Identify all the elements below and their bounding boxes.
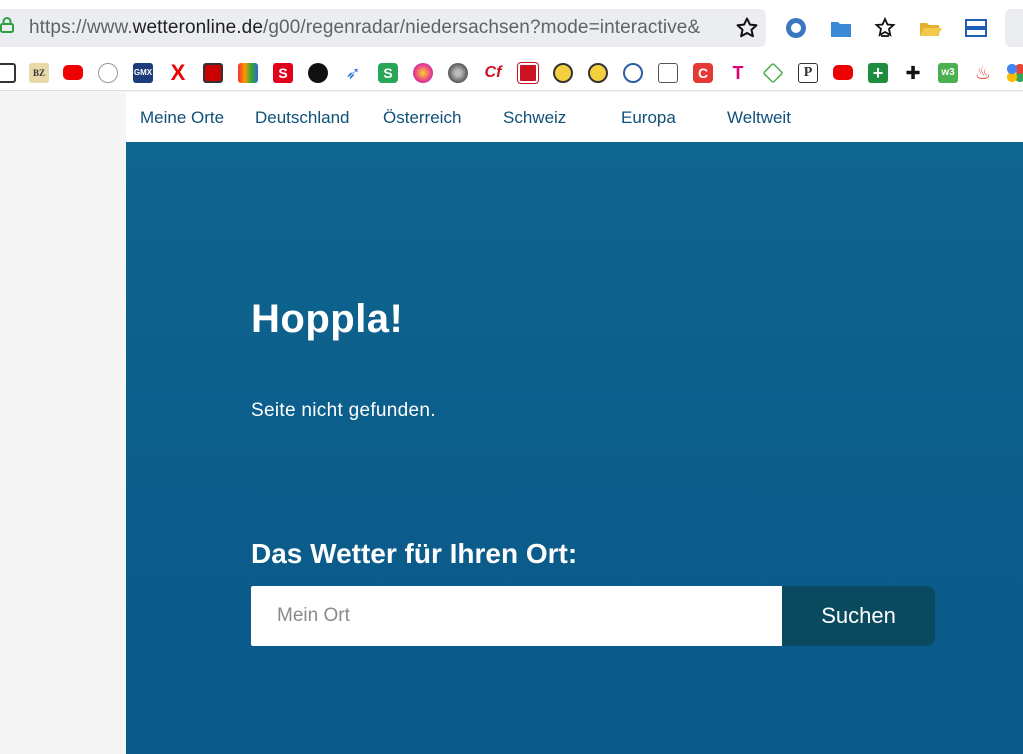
edit-icon[interactable] xyxy=(658,63,678,83)
collections-icon[interactable] xyxy=(963,15,989,41)
x-icon[interactable]: X xyxy=(168,62,188,84)
cf-icon[interactable]: Cf xyxy=(483,63,503,83)
plus-icon[interactable]: + xyxy=(868,63,888,83)
nav-schweiz[interactable]: Schweiz xyxy=(503,108,566,128)
nav-deutschland[interactable]: Deutschland xyxy=(255,108,350,128)
nav-meine-orte[interactable]: Meine Orte xyxy=(140,108,224,128)
page-title: Hoppla! xyxy=(251,297,404,341)
wiki-icon[interactable] xyxy=(98,63,118,83)
nav-europa[interactable]: Europa xyxy=(621,108,676,128)
web-icon[interactable] xyxy=(623,63,643,83)
youtube-icon[interactable] xyxy=(63,65,83,80)
main-navigation: Meine Orte Deutschland Österreich Schwei… xyxy=(126,92,1023,142)
c-icon[interactable]: C xyxy=(693,63,713,83)
smiley2-icon[interactable] xyxy=(588,63,608,83)
disk-icon[interactable] xyxy=(448,63,468,83)
ref-icon[interactable] xyxy=(517,62,539,84)
smiley-icon[interactable] xyxy=(553,63,573,83)
error-hero: Hoppla! Seite nicht gefunden. Das Wetter… xyxy=(126,142,1023,754)
w3-icon[interactable]: w3 xyxy=(938,63,958,83)
rocket-icon[interactable]: ➶ xyxy=(343,63,363,83)
github-icon[interactable] xyxy=(308,63,328,83)
nav-oesterreich[interactable]: Österreich xyxy=(383,108,461,128)
puzzle-icon[interactable]: ✚ xyxy=(903,63,923,83)
fire-icon[interactable]: ♨ xyxy=(973,63,993,83)
gmx-icon[interactable]: GMX xyxy=(133,63,153,83)
bz-icon[interactable]: BZ xyxy=(29,63,49,83)
diamond-icon[interactable] xyxy=(762,62,784,84)
page-left-gutter xyxy=(0,92,126,754)
profile-button[interactable] xyxy=(1005,9,1023,47)
bookmark-star-icon[interactable] xyxy=(735,16,759,40)
folder-icon[interactable] xyxy=(828,15,854,41)
url-text[interactable]: https://www.wetteronline.de/g00/regenrad… xyxy=(29,17,729,39)
search-button[interactable]: Suchen xyxy=(782,586,935,646)
youtube2-icon[interactable] xyxy=(833,65,853,80)
folder-icon[interactable] xyxy=(0,63,16,83)
sparkasse-icon[interactable]: S xyxy=(273,63,293,83)
shop-icon[interactable] xyxy=(238,63,258,83)
url-fade xyxy=(700,12,730,44)
search-heading: Das Wetter für Ihren Ort: xyxy=(251,538,578,569)
location-search-input[interactable] xyxy=(251,586,782,646)
s-app-icon[interactable]: S xyxy=(378,63,398,83)
telekom-icon[interactable]: T xyxy=(728,63,748,83)
error-message: Seite nicht gefunden. xyxy=(251,400,436,421)
favorites-icon[interactable] xyxy=(872,15,898,41)
nav-weltweit[interactable]: Weltweit xyxy=(727,108,791,128)
p-icon[interactable]: P xyxy=(798,63,818,83)
open-folder-icon[interactable] xyxy=(917,15,943,41)
dots-icon[interactable] xyxy=(1006,63,1023,83)
firefox-icon[interactable] xyxy=(413,63,433,83)
calendar-icon[interactable] xyxy=(203,63,223,83)
bookmarks-bar: BZ GMX X S ➶ S Cf C T P + ✚ w3 ♨ xyxy=(0,55,1023,91)
github-copilot-icon[interactable] xyxy=(783,15,809,41)
browser-toolbar: https://www.wetteronline.de/g00/regenrad… xyxy=(0,0,1023,55)
lock-icon xyxy=(0,17,14,33)
